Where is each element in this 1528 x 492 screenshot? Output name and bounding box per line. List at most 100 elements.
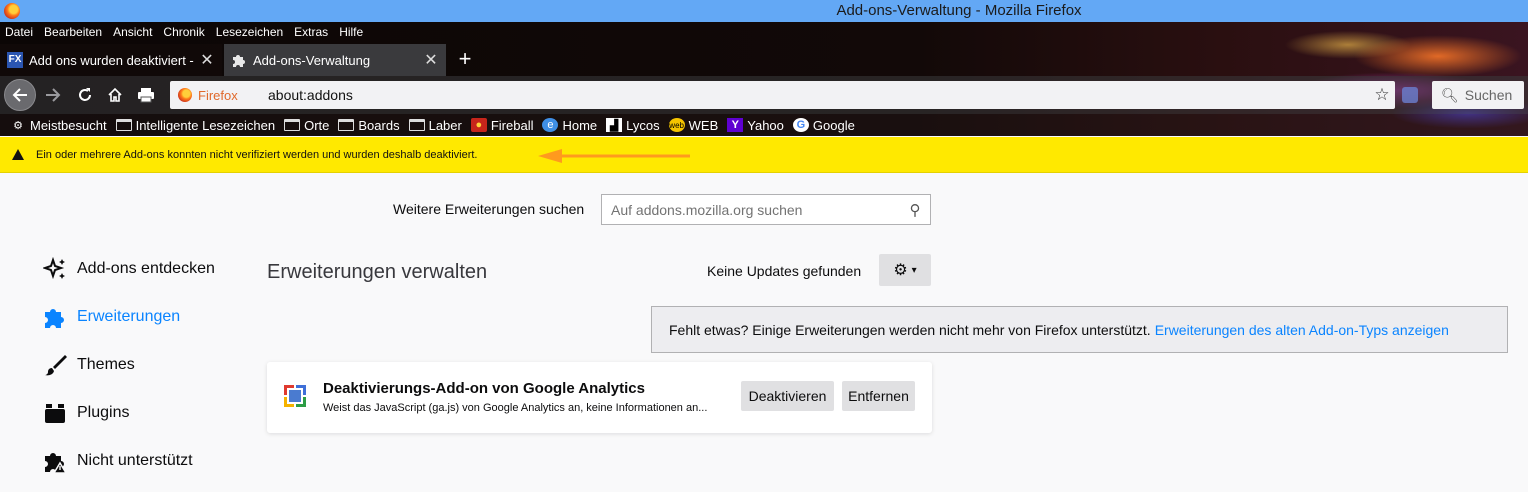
menu-datei[interactable]: Datei	[0, 22, 39, 42]
bookmark-label: WEB	[688, 117, 719, 133]
bookmark-laber[interactable]: Laber	[408, 117, 462, 133]
bookmark-label: Fireball	[490, 117, 534, 133]
bookmark-orte[interactable]: Orte	[284, 118, 329, 133]
gear-icon: ⚙	[893, 262, 908, 279]
url-bar[interactable]: Firefox about:addons ☆	[170, 81, 1395, 109]
sidebar-item-discover[interactable]: Add-ons entdecken	[42, 256, 215, 282]
bookmark-web[interactable]: web WEB	[668, 117, 719, 133]
annotation-arrow	[538, 149, 690, 163]
amo-search-box[interactable]: ⚲	[601, 194, 931, 225]
printer-icon	[138, 88, 154, 103]
bookmark-meistbesucht[interactable]: ⚙ Meistbesucht	[10, 118, 107, 133]
brush-icon	[42, 353, 68, 377]
bookmark-star-icon[interactable]: ☆	[1369, 85, 1395, 105]
notification-text: Ein oder mehrere Add-ons konnten nicht v…	[36, 148, 478, 161]
menu-lesezeichen[interactable]: Lesezeichen	[211, 22, 289, 42]
bookmark-fireball[interactable]: ● Fireball	[470, 117, 534, 133]
browser-header: Datei Bearbeiten Ansicht Chronik Lesezei…	[0, 22, 1528, 136]
plugin-icon	[42, 401, 68, 425]
bookmark-home[interactable]: e Home	[542, 118, 597, 133]
menu-ansicht[interactable]: Ansicht	[108, 22, 158, 42]
disable-button[interactable]: Deaktivieren	[741, 381, 834, 411]
sidebar-item-plugins[interactable]: Plugins	[42, 400, 129, 426]
addon-card[interactable]: Deaktivierungs-Add-on von Google Analyti…	[267, 362, 932, 433]
bookmark-label: Yahoo	[747, 117, 784, 133]
window-title: Add-ons-Verwaltung - Mozilla Firefox	[836, 2, 1082, 19]
forward-button[interactable]	[38, 80, 68, 110]
tab-add-ons-verwaltung[interactable]: Add-ons-Verwaltung ✕	[224, 44, 446, 76]
back-button[interactable]	[4, 79, 36, 111]
amo-search-input[interactable]	[602, 201, 900, 218]
tab-strip: FX Add ons wurden deaktiviert - So ✕ Add…	[0, 42, 1528, 76]
menu-hilfe[interactable]: Hilfe	[334, 22, 369, 42]
bookmark-yahoo[interactable]: Y Yahoo	[727, 118, 784, 133]
home-site-icon: e	[542, 118, 559, 132]
bookmarks-toolbar: ⚙ Meistbesucht Intelligente Lesezeichen …	[0, 114, 1528, 136]
tools-menu-button[interactable]: ⚙ ▾	[879, 254, 931, 286]
web-icon: web	[668, 118, 685, 132]
print-button[interactable]	[131, 80, 161, 110]
menu-chronik[interactable]: Chronik	[158, 22, 210, 42]
tab-label: Add-ons-Verwaltung	[253, 52, 371, 68]
show-legacy-extensions-link[interactable]: Erweiterungen des alten Add-on-Typs anze…	[1155, 322, 1449, 338]
puzzle-icon	[42, 305, 68, 329]
menu-bar: Datei Bearbeiten Ansicht Chronik Lesezei…	[0, 22, 369, 42]
notification-bar: Ein oder mehrere Add-ons konnten nicht v…	[0, 137, 1528, 173]
legacy-extensions-notice: Fehlt etwas? Einige Erweiterungen werden…	[651, 306, 1508, 353]
addon-description: Weist das JavaScript (ga.js) von Google …	[323, 402, 708, 414]
folder-icon	[115, 118, 132, 132]
search-bar[interactable]: 🔍︎ Suchen	[1432, 81, 1524, 109]
back-arrow-icon	[12, 88, 27, 102]
home-button[interactable]	[100, 80, 130, 110]
sidebar-item-label: Nicht unterstützt	[77, 452, 193, 469]
new-tab-button[interactable]: +	[452, 46, 478, 72]
bookmark-label: Google	[812, 117, 855, 133]
firefox-identity-icon[interactable]	[178, 88, 192, 102]
bookmark-label: Laber	[428, 117, 462, 133]
sidebar-item-label: Add-ons entdecken	[77, 260, 215, 277]
sidebar-item-label: Themes	[77, 356, 135, 373]
remove-button[interactable]: Entfernen	[842, 381, 915, 411]
url-text[interactable]: about:addons	[268, 87, 1369, 103]
bookmark-boards[interactable]: Boards	[338, 118, 400, 133]
fx-site-icon: FX	[7, 52, 23, 68]
sidebar-item-themes[interactable]: Themes	[42, 352, 135, 378]
warning-icon	[12, 149, 24, 160]
close-icon[interactable]: ✕	[422, 50, 440, 70]
lycos-icon: ▟	[606, 118, 623, 132]
bookmark-label: Home	[562, 117, 598, 133]
page-title: Erweiterungen verwalten	[267, 261, 488, 283]
bookmark-intelligente-lesezeichen[interactable]: Intelligente Lesezeichen	[115, 118, 275, 133]
folder-icon	[408, 118, 425, 132]
sidebar-item-label: Erweiterungen	[77, 308, 181, 325]
bookmark-label: Lycos	[626, 117, 660, 133]
google-icon: G	[792, 118, 809, 132]
sidebar-item-label: Plugins	[77, 404, 130, 421]
tab-add-ons-deaktiviert[interactable]: FX Add ons wurden deaktiviert - So ✕	[0, 44, 222, 76]
close-icon[interactable]: ✕	[198, 50, 216, 70]
bookmark-label: Meistbesucht	[30, 117, 107, 133]
forward-arrow-icon	[46, 88, 61, 102]
extension-toolbar-icon[interactable]	[1402, 87, 1418, 103]
sidebar-item-extensions[interactable]: Erweiterungen	[42, 304, 180, 330]
sidebar-item-unsupported[interactable]: Nicht unterstützt	[42, 448, 193, 474]
magnifier-icon[interactable]: ⚲	[900, 201, 930, 219]
reload-icon	[79, 88, 91, 101]
title-bar: Add-ons-Verwaltung - Mozilla Firefox	[0, 0, 1528, 22]
identity-label[interactable]: Firefox	[198, 88, 268, 103]
tab-label: Add ons wurden deaktiviert - So	[29, 52, 198, 68]
menu-bearbeiten[interactable]: Bearbeiten	[39, 22, 108, 42]
fireball-icon: ●	[470, 118, 487, 132]
addon-name: Deaktivierungs-Add-on von Google Analyti…	[323, 380, 645, 397]
chevron-down-icon: ▾	[911, 264, 917, 276]
updates-status: Keine Updates gefunden	[707, 263, 862, 279]
folder-icon	[338, 118, 355, 132]
unsupported-puzzle-icon	[42, 449, 68, 473]
bookmark-google[interactable]: G Google	[792, 117, 855, 133]
reload-button[interactable]	[70, 80, 100, 110]
google-analytics-addon-icon	[284, 385, 306, 407]
gear-icon: ⚙	[13, 119, 23, 132]
home-icon	[108, 87, 122, 102]
bookmark-lycos[interactable]: ▟ Lycos	[606, 117, 660, 133]
menu-extras[interactable]: Extras	[289, 22, 334, 42]
